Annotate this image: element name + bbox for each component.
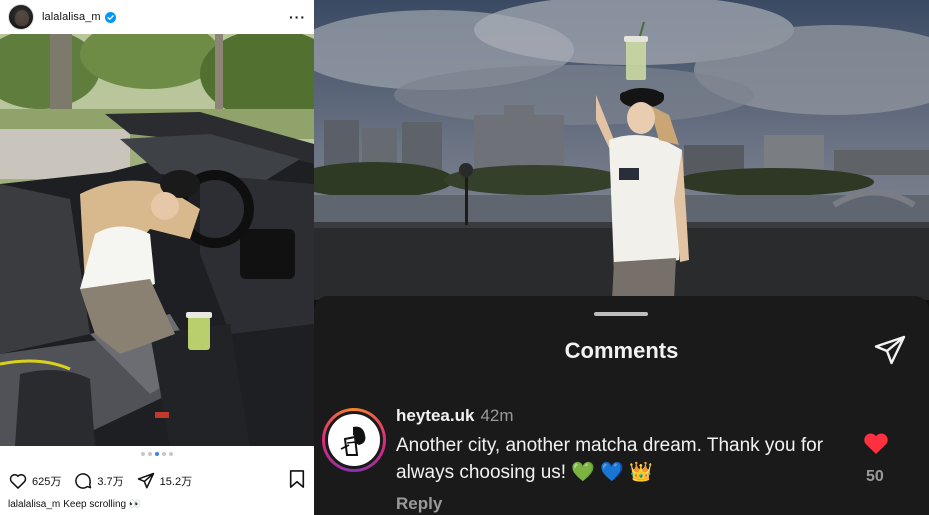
carousel-dot-active <box>155 452 159 456</box>
comments-sheet: Comments heytea.uk 42m Another city, ano… <box>314 296 929 515</box>
post-header: lalalalisa_m ··· <box>0 0 314 34</box>
green-heart-emoji: 💚 <box>571 462 595 483</box>
like-count: 625万 <box>32 476 62 488</box>
post-caption: lalalalisa_m Keep scrolling 👀 <box>8 499 141 510</box>
instagram-post: lalalalisa_m ··· 625万 3.7万 15.2万 lalalal… <box>0 0 314 515</box>
story-view: Comments heytea.uk 42m Another city, ano… <box>314 0 929 515</box>
carousel-dot <box>162 452 166 456</box>
heart-filled-icon[interactable] <box>862 430 890 456</box>
bookmark-icon <box>289 469 305 488</box>
carousel-dot <box>169 452 173 456</box>
carousel-dot <box>141 452 145 456</box>
share-count: 15.2万 <box>159 476 193 488</box>
caption-username[interactable]: lalalalisa_m <box>8 499 60 510</box>
send-icon[interactable] <box>873 334 907 368</box>
comment-like-count: 50 <box>866 468 884 485</box>
more-options-icon[interactable]: ··· <box>289 9 306 25</box>
carousel-indicator <box>0 452 314 456</box>
heart-icon <box>9 473 27 489</box>
comment-header: heytea.uk 42m <box>396 406 514 426</box>
post-username[interactable]: lalalalisa_m <box>42 11 101 23</box>
carousel-dot <box>148 452 152 456</box>
verified-badge-icon <box>104 11 116 23</box>
share-button[interactable]: 15.2万 <box>136 471 192 491</box>
like-button[interactable]: 625万 <box>8 471 61 491</box>
comment-count: 3.7万 <box>97 476 124 488</box>
heytea-logo-icon <box>325 411 383 469</box>
profile-avatar[interactable] <box>8 4 34 30</box>
blue-heart-emoji: 💙 <box>600 462 624 483</box>
send-icon <box>137 472 154 489</box>
crown-emoji: 👑 <box>629 462 653 483</box>
post-actions: 625万 3.7万 15.2万 <box>8 469 306 494</box>
caption-text: Keep scrolling 👀 <box>63 499 142 510</box>
save-button[interactable] <box>288 469 306 494</box>
reply-button[interactable]: Reply <box>396 494 442 514</box>
commenter-avatar[interactable] <box>322 408 386 472</box>
comment-text: Another city, another matcha dream. Than… <box>396 432 846 486</box>
comment-item: heytea.uk 42m Another city, another match… <box>322 406 922 515</box>
comment-icon <box>75 473 92 489</box>
post-photo <box>0 34 314 446</box>
sheet-title: Comments <box>564 338 679 363</box>
story-photo <box>314 0 929 300</box>
comment-username[interactable]: heytea.uk <box>396 406 474 425</box>
comment-time: 42m <box>480 406 514 425</box>
sheet-drag-handle[interactable] <box>594 312 648 316</box>
comment-button[interactable]: 3.7万 <box>73 471 124 491</box>
